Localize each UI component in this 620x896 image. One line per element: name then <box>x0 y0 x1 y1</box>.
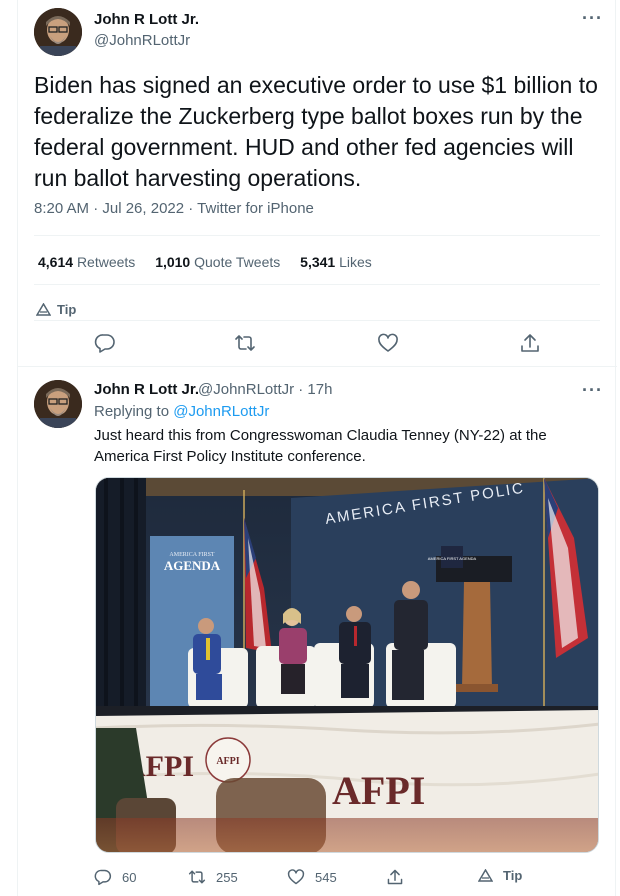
tip-label: Tip <box>57 302 77 317</box>
like-icon[interactable] <box>377 332 399 354</box>
podium-text: AMERICA FIRST AGENDA <box>428 556 477 561</box>
poster-main-text: AGENDA <box>164 558 221 573</box>
tip-icon <box>36 303 51 316</box>
like-icon <box>287 869 305 885</box>
retweet-icon <box>188 870 206 884</box>
reply-more-options-icon[interactable]: ··· <box>582 380 603 401</box>
retweets-stat[interactable]: 4,614 Retweets <box>38 254 135 270</box>
quote-tweets-stat[interactable]: 1,010 Quote Tweets <box>155 254 280 270</box>
like-action[interactable]: 545 <box>287 868 337 886</box>
share-icon[interactable] <box>519 332 541 354</box>
reply-icon <box>94 869 112 886</box>
replying-to: Replying to @JohnRLottJr <box>94 403 270 420</box>
avatar[interactable] <box>34 8 82 56</box>
likes-stat[interactable]: 5,341 Likes <box>300 254 372 270</box>
author-handle[interactable]: @JohnRLottJr <box>94 32 190 49</box>
reply-author-handle-time[interactable]: @JohnRLottJr · 17h <box>198 381 332 398</box>
divider <box>34 284 600 285</box>
tip-icon <box>478 869 493 882</box>
reply-action[interactable]: 60 <box>94 868 136 886</box>
divider <box>34 320 600 321</box>
tweet-stats: 4,614 Retweets 1,010 Quote Tweets 5,341 … <box>38 254 388 270</box>
author-name[interactable]: John R Lott Jr. <box>94 11 199 28</box>
tweet-text: Biden has signed an executive order to u… <box>34 72 598 191</box>
tip-label: Tip <box>503 868 523 883</box>
reply-avatar[interactable] <box>34 380 82 428</box>
reply-tweet-text: Just heard this from Congresswoman Claud… <box>94 427 547 465</box>
retweet-count: 255 <box>216 869 238 885</box>
divider <box>34 235 600 236</box>
reply-author-name[interactable]: John R Lott Jr. <box>94 381 199 398</box>
tip-action[interactable]: Tip <box>478 868 522 883</box>
stage-logo-text: AFPI <box>332 768 425 813</box>
more-options-icon[interactable]: ··· <box>582 8 603 29</box>
divider <box>17 366 617 367</box>
reply-count: 60 <box>122 869 137 885</box>
share-action[interactable] <box>386 868 404 886</box>
retweet-icon[interactable] <box>234 332 256 354</box>
retweet-action[interactable]: 255 <box>188 868 238 886</box>
conference-photo: AMERICA FIRST POLIC AMERICA FIRST AGENDA <box>96 478 598 852</box>
tweet-photo[interactable]: AMERICA FIRST POLIC AMERICA FIRST AGENDA <box>95 477 599 853</box>
tweet-timestamp[interactable]: 8:20 AM · Jul 26, 2022 · Twitter for iPh… <box>34 200 314 217</box>
tip-button[interactable]: Tip <box>36 302 76 317</box>
stage-seal-text: AFPI <box>216 756 239 767</box>
share-icon <box>387 869 403 885</box>
like-count: 545 <box>315 869 337 885</box>
reply-icon[interactable] <box>94 332 116 354</box>
replying-to-link[interactable]: @JohnRLottJr <box>173 403 269 420</box>
